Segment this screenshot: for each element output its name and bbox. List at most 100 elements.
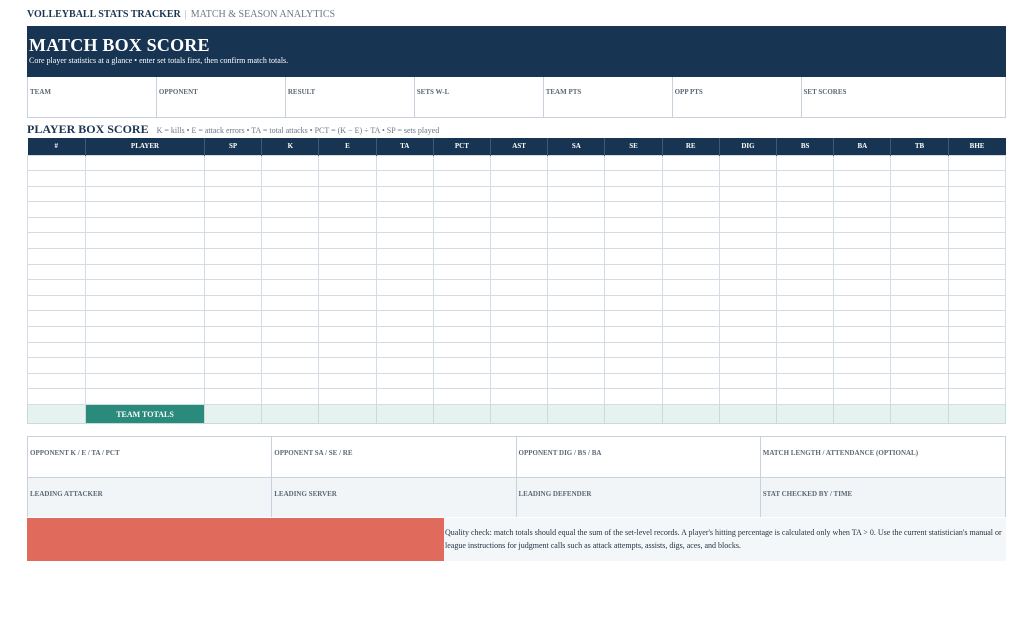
stat-cell[interactable]: [375, 310, 434, 328]
stat-cell[interactable]: [547, 201, 606, 218]
stat-cell[interactable]: [85, 216, 205, 234]
stat-cell[interactable]: [318, 326, 377, 343]
stat-cell[interactable]: [27, 388, 86, 405]
stat-cell[interactable]: [27, 310, 86, 328]
stat-cell[interactable]: [203, 357, 263, 374]
stat-cell[interactable]: [318, 341, 377, 359]
stat-cell[interactable]: [203, 294, 263, 312]
stat-cell[interactable]: [604, 388, 663, 405]
stat-cell[interactable]: [661, 154, 720, 172]
stat-cell[interactable]: [718, 294, 778, 312]
stat-cell[interactable]: [604, 216, 663, 234]
team-field[interactable]: TEAM: [28, 77, 157, 117]
stat-cell[interactable]: [547, 154, 606, 172]
stat-cell[interactable]: [261, 170, 320, 187]
stat-cell[interactable]: [661, 232, 720, 250]
stat-cell[interactable]: [490, 263, 549, 281]
stat-cell[interactable]: [261, 185, 320, 203]
stat-cell[interactable]: [890, 341, 949, 359]
stat-cell[interactable]: [203, 201, 263, 218]
stat-cell[interactable]: [27, 248, 86, 265]
stat-cell[interactable]: [261, 372, 320, 390]
stat-cell[interactable]: [604, 341, 663, 359]
stat-cell[interactable]: [947, 357, 1007, 374]
stat-cell[interactable]: [890, 372, 949, 390]
leading-attacker-field[interactable]: LEADING ATTACKER: [28, 477, 273, 517]
stat-cell[interactable]: [203, 170, 263, 187]
stat-cell[interactable]: [661, 372, 720, 390]
stat-cell[interactable]: [547, 388, 606, 405]
stat-cell[interactable]: [833, 326, 892, 343]
stat-cell[interactable]: [890, 310, 949, 328]
stat-cell[interactable]: [432, 248, 492, 265]
stat-cell[interactable]: [547, 216, 606, 234]
stat-cell[interactable]: [432, 232, 492, 250]
stat-cell[interactable]: [547, 372, 606, 390]
stat-cell[interactable]: [604, 170, 663, 187]
stat-cell[interactable]: [718, 372, 778, 390]
stat-cell[interactable]: [604, 185, 663, 203]
stat-cell[interactable]: [947, 279, 1007, 296]
stat-cell[interactable]: [718, 326, 778, 343]
stat-cell[interactable]: [490, 216, 549, 234]
stat-cell[interactable]: [776, 232, 835, 250]
stat-cell[interactable]: [490, 279, 549, 296]
stat-cell[interactable]: [718, 388, 778, 405]
stat-cell[interactable]: [490, 248, 549, 265]
stat-cell[interactable]: [833, 263, 892, 281]
stat-cell[interactable]: [718, 232, 778, 250]
stat-cell[interactable]: [261, 294, 320, 312]
stat-cell[interactable]: [661, 310, 720, 328]
stat-cell[interactable]: [718, 263, 778, 281]
stat-cell[interactable]: [890, 388, 949, 405]
stat-cell[interactable]: [85, 294, 205, 312]
stat-cell[interactable]: [947, 232, 1007, 250]
stat-cell[interactable]: [261, 388, 320, 405]
stat-cell[interactable]: [375, 326, 434, 343]
stat-cell[interactable]: [27, 326, 86, 343]
stat-cell[interactable]: [776, 341, 835, 359]
stat-cell[interactable]: [261, 310, 320, 328]
stat-cell[interactable]: [604, 310, 663, 328]
stat-cell[interactable]: [661, 248, 720, 265]
stat-cell[interactable]: [604, 201, 663, 218]
stat-cell[interactable]: [432, 185, 492, 203]
stat-cell[interactable]: [661, 294, 720, 312]
stat-cell[interactable]: [776, 372, 835, 390]
opponent-serve-field[interactable]: OPPONENT SA / SE / RE: [272, 437, 517, 477]
leading-server-field[interactable]: LEADING SERVER: [272, 477, 517, 517]
stat-cell[interactable]: [833, 201, 892, 218]
stat-cell[interactable]: [547, 279, 606, 296]
stat-cell[interactable]: [432, 263, 492, 281]
stat-cell[interactable]: [432, 341, 492, 359]
stat-cell[interactable]: [85, 310, 205, 328]
stat-cell[interactable]: [890, 170, 949, 187]
stat-cell[interactable]: [490, 185, 549, 203]
stat-cell[interactable]: [661, 216, 720, 234]
team-pts-field[interactable]: TEAM PTS: [544, 77, 673, 117]
stat-cell[interactable]: [833, 248, 892, 265]
stat-cell[interactable]: [432, 326, 492, 343]
stat-cell[interactable]: [85, 341, 205, 359]
stat-cell[interactable]: [718, 201, 778, 218]
stat-cell[interactable]: [85, 279, 205, 296]
stat-cell[interactable]: [490, 388, 549, 405]
stat-cell[interactable]: [776, 170, 835, 187]
stat-cell[interactable]: [890, 248, 949, 265]
stat-cell[interactable]: [490, 310, 549, 328]
stat-cell[interactable]: [947, 154, 1007, 172]
stat-cell[interactable]: [318, 154, 377, 172]
stat-cell[interactable]: [833, 216, 892, 234]
stat-cell[interactable]: [661, 357, 720, 374]
stat-cell[interactable]: [318, 310, 377, 328]
stat-cell[interactable]: [547, 263, 606, 281]
stat-cell[interactable]: [27, 201, 86, 218]
stat-cell[interactable]: [203, 263, 263, 281]
stat-cell[interactable]: [718, 170, 778, 187]
stat-cell[interactable]: [375, 294, 434, 312]
stat-cell[interactable]: [375, 341, 434, 359]
stat-cell[interactable]: [890, 294, 949, 312]
stat-cell[interactable]: [203, 216, 263, 234]
stat-cell[interactable]: [947, 216, 1007, 234]
stat-cell[interactable]: [947, 201, 1007, 218]
